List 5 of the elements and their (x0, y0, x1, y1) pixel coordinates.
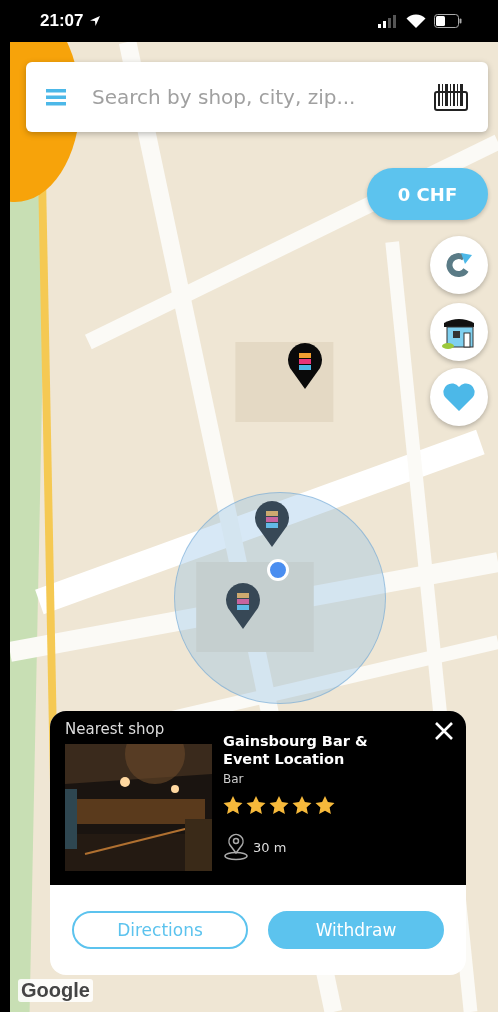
location-arrow-icon (89, 15, 102, 27)
battery-icon (434, 14, 462, 28)
signal-icon (378, 14, 398, 28)
clock-time: 21:07 (40, 11, 84, 31)
wifi-icon (406, 13, 426, 29)
